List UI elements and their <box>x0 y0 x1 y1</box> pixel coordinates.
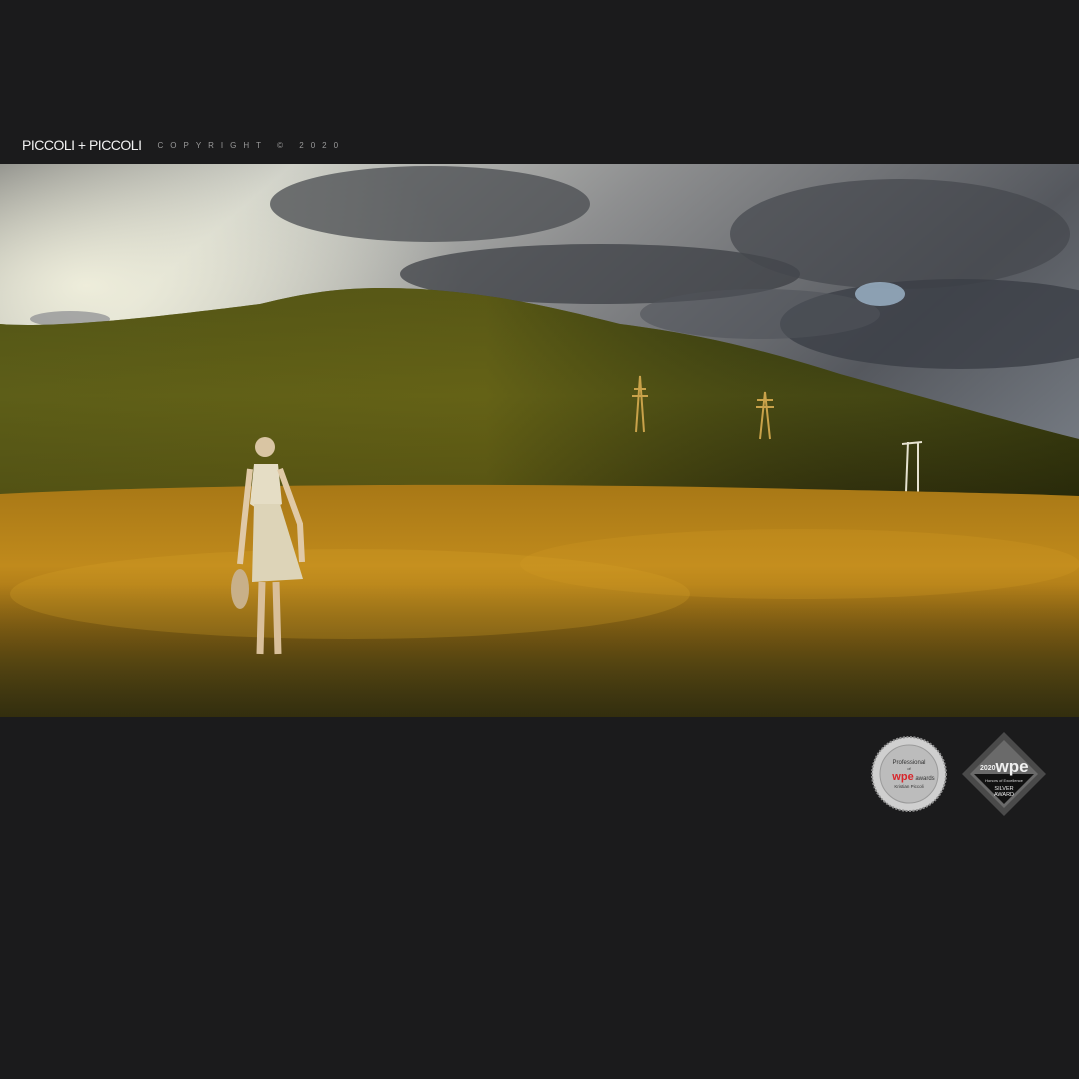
award-year: 2020 <box>980 765 996 772</box>
award-line3: AWARD <box>994 792 1014 798</box>
wpe-silver-award-icon: 2020 wpe Honors of Excellence SILVER AWA… <box>962 732 1046 816</box>
brand-name: PICCOLI + PICCOLI <box>22 137 142 153</box>
wpe-professional-seal-icon: Professional of wpe awards Kristian Picc… <box>871 736 947 812</box>
copyright-text: COPYRIGHT © 2020 <box>157 140 346 150</box>
seal-name: Kristian Piccoli <box>894 784 923 789</box>
award-line1: Honors of Excellence <box>985 778 1024 783</box>
seal-logo: wpe <box>891 771 913 783</box>
landscape-photo <box>0 164 1079 717</box>
seal-logo-suffix: awards <box>915 776 934 782</box>
brand-header: PICCOLI + PICCOLI COPYRIGHT © 2020 <box>22 137 345 153</box>
award-logo: wpe <box>994 757 1028 776</box>
award-badges: Professional of wpe awards Kristian Picc… <box>870 730 1050 820</box>
